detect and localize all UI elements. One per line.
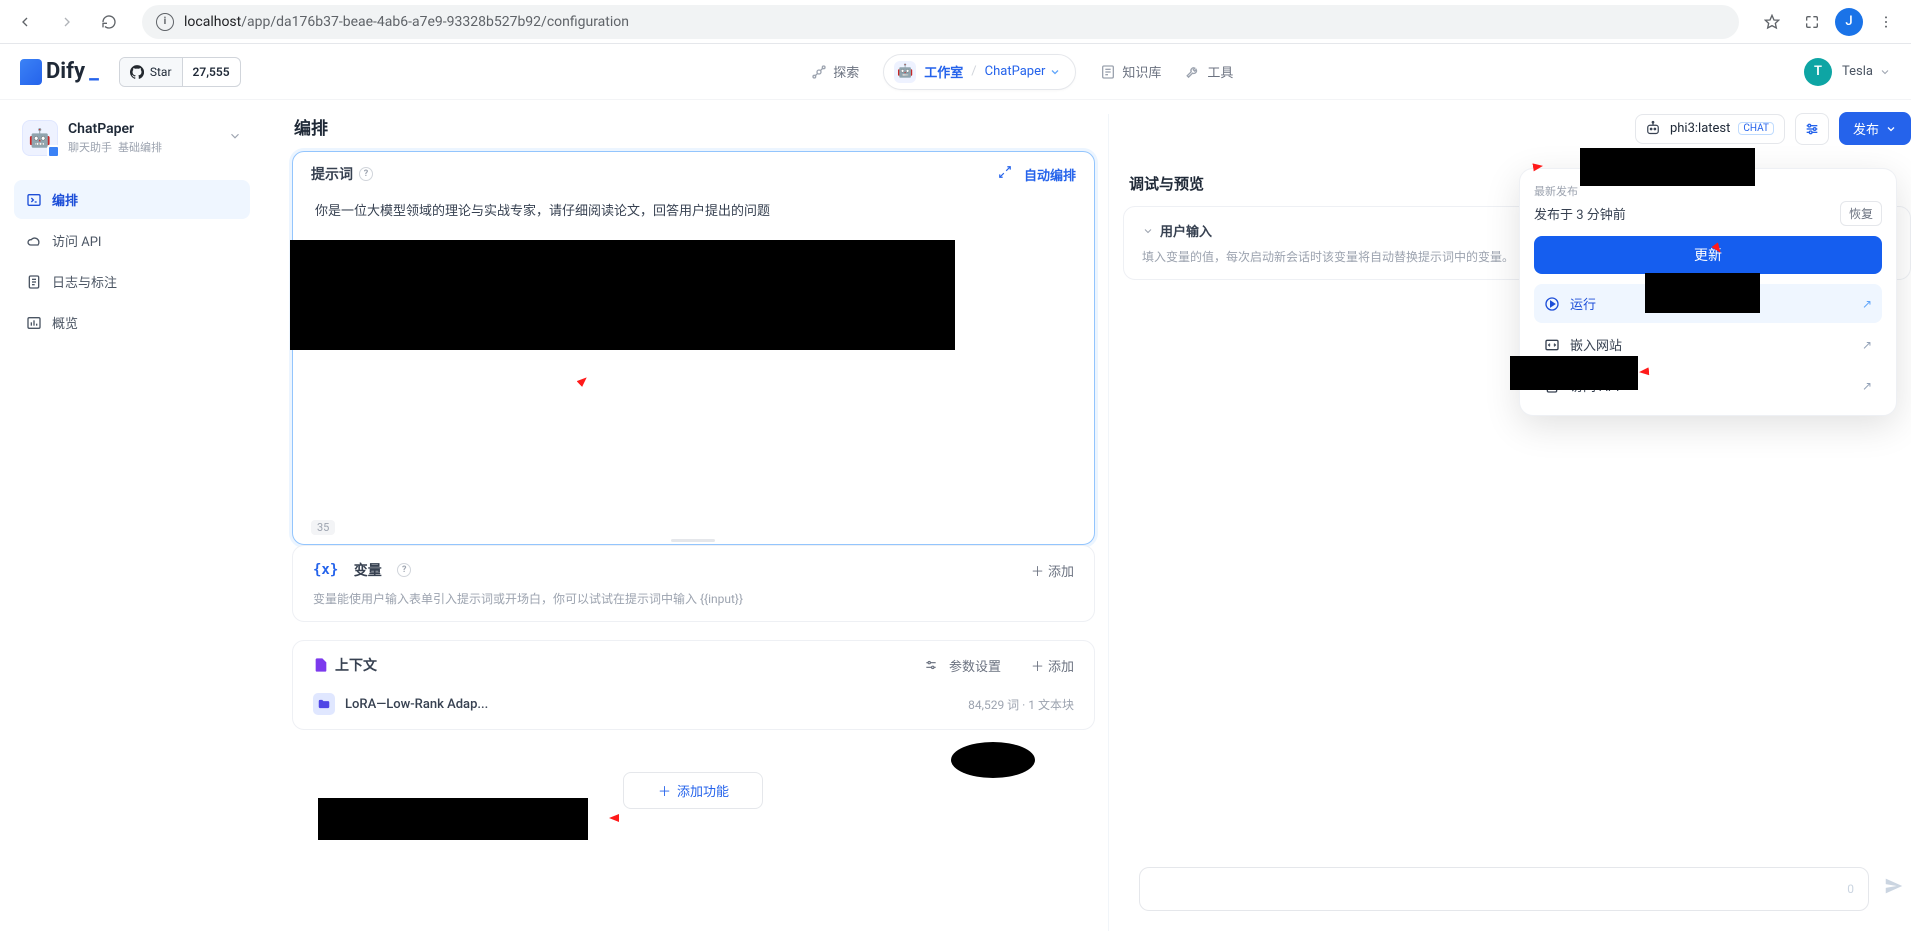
browser-profile-avatar[interactable]: J	[1835, 8, 1863, 36]
nav-explore-label: 探索	[833, 62, 859, 81]
sidebar-item-api[interactable]: 访问 API	[14, 221, 250, 260]
bookmark-star-icon[interactable]	[1755, 5, 1789, 39]
document-icon	[313, 657, 329, 673]
context-params-button[interactable]: 参数设置	[924, 656, 1001, 675]
nav-tools[interactable]: 工具	[1185, 62, 1233, 81]
prompt-card: 提示词? 自动编排 你是一位大模型领域的理论与实战专家，请仔细阅读论文，回答用户…	[292, 151, 1095, 545]
document-icon	[26, 274, 42, 290]
nav-tools-label: 工具	[1207, 62, 1233, 81]
variables-hint: 变量能使用户输入表单引入提示词或开场白，你可以试试在提示词中输入 {{input…	[313, 590, 1074, 607]
popover-run-item[interactable]: 运行 ↗	[1534, 284, 1882, 323]
user-avatar[interactable]: T	[1804, 58, 1832, 86]
code-icon	[1544, 337, 1560, 353]
workspace-switcher[interactable]: 🤖 工作室 / ChatPaper	[883, 54, 1076, 90]
context-card: 上下文 参数设置 ＋ 添加 LoRA—Low-Rank Adap... 84,5…	[292, 640, 1095, 730]
kebab-menu-icon[interactable]	[1869, 5, 1903, 39]
external-link-icon: ↗	[1862, 338, 1872, 352]
context-title: 上下文	[335, 655, 377, 675]
prompt-textarea[interactable]: 你是一位大模型领域的理论与实战专家，请仔细阅读论文，回答用户提出的问题 35	[293, 190, 1094, 545]
popover-latest-label: 最新发布	[1534, 183, 1882, 199]
chevron-down-icon	[1879, 66, 1891, 78]
add-feature-button[interactable]: ＋ 添加功能	[623, 772, 763, 809]
site-info-icon[interactable]: i	[156, 13, 174, 31]
model-badge: CHAT	[1738, 122, 1774, 135]
expand-icon[interactable]	[998, 165, 1012, 183]
popover-embed-item[interactable]: 嵌入网站 ↗	[1534, 325, 1882, 364]
add-variable-button[interactable]: ＋ 添加	[1031, 561, 1074, 580]
character-count: 35	[311, 520, 335, 535]
user-menu[interactable]: Tesla	[1842, 64, 1891, 79]
update-button[interactable]: 更新	[1534, 236, 1882, 274]
nav-forward-button[interactable]	[50, 5, 84, 39]
prompt-title: 提示词	[311, 164, 353, 184]
address-bar[interactable]: i localhost/app/da176b37-beae-4ab6-a7e9-…	[142, 5, 1739, 39]
document-icon	[1544, 378, 1560, 394]
sidebar: 🤖 ChatPaper 聊天助手基础编排 编排 访问 API 日志与标注 概览	[0, 100, 264, 931]
context-doc-name: LoRA—Low-Rank Adap...	[345, 697, 488, 712]
published-time: 发布于 3 分钟前	[1534, 204, 1626, 223]
folder-icon	[313, 693, 335, 715]
sidebar-item-overview[interactable]: 概览	[14, 303, 250, 342]
external-link-icon: ↗	[1862, 297, 1872, 311]
browser-toolbar: i localhost/app/da176b37-beae-4ab6-a7e9-…	[0, 0, 1911, 44]
logo[interactable]: Dify_	[20, 59, 99, 85]
workspace-label: 工作室	[924, 62, 963, 81]
send-button[interactable]	[1883, 875, 1905, 903]
preview-panel: phi3:latest CHAT 发布 调试与预览 用户输入 填入变量的值，每次…	[1123, 114, 1911, 931]
extensions-icon[interactable]	[1795, 5, 1829, 39]
app-icon: 🤖	[22, 120, 58, 156]
sidebar-item-logs[interactable]: 日志与标注	[14, 262, 250, 301]
app-name: ChatPaper	[68, 121, 162, 137]
model-selector[interactable]: phi3:latest CHAT	[1635, 114, 1785, 144]
prompt-text: 你是一位大模型领域的理论与实战专家，请仔细阅读论文，回答用户提出的问题	[311, 196, 1076, 229]
logo-text: Dify	[46, 59, 85, 84]
workspace-app-name: ChatPaper	[985, 64, 1046, 79]
model-settings-button[interactable]	[1795, 113, 1829, 145]
orchestration-panel: 编排 提示词? 自动编排 你是一位大模型领域的理论与实战专家，请仔细阅读论文，回…	[292, 114, 1095, 931]
input-char-counter: 0	[1847, 882, 1854, 896]
popover-api-item[interactable]: 访问 API ↗	[1534, 366, 1882, 405]
nav-knowledge[interactable]: 知识库	[1100, 62, 1161, 81]
auto-arrange-button[interactable]: 自动编排	[1024, 165, 1076, 184]
variables-card: {x} 变量 ? ＋ 添加 变量能使用户输入表单引入提示词或开场白，你可以试试在…	[292, 545, 1095, 622]
chevron-down-icon	[228, 129, 242, 147]
play-circle-icon	[1544, 296, 1560, 312]
external-link-icon: ↗	[1862, 379, 1872, 393]
cloud-icon	[26, 233, 42, 249]
context-document-item[interactable]: LoRA—Low-Rank Adap... 84,529 词 · 1 文本块	[313, 693, 1074, 715]
info-icon[interactable]: ?	[359, 167, 373, 181]
page-title: 编排	[292, 114, 1095, 139]
nav-reload-button[interactable]	[92, 5, 126, 39]
info-icon[interactable]: ?	[397, 563, 411, 577]
variables-title: 变量	[354, 560, 382, 580]
logo-mark-icon	[20, 59, 42, 85]
app-top-nav: Dify_ Star 27,555 探索 🤖 工作室 / ChatPaper 知…	[0, 44, 1911, 100]
terminal-icon	[26, 192, 42, 208]
model-name: phi3:latest	[1670, 121, 1730, 136]
nav-back-button[interactable]	[8, 5, 42, 39]
sidebar-item-orchestrate[interactable]: 编排	[14, 180, 250, 219]
sliders-icon	[1804, 121, 1820, 137]
publish-popover: 最新发布 发布于 3 分钟前 恢复 更新 运行 ↗ 嵌入网站 ↗	[1519, 168, 1897, 416]
robot-icon: 🤖	[894, 61, 916, 83]
sliders-icon	[924, 658, 938, 672]
github-star-button[interactable]: Star 27,555	[119, 57, 241, 87]
nav-explore[interactable]: 探索	[811, 62, 859, 81]
add-context-button[interactable]: ＋ 添加	[1031, 656, 1074, 675]
nav-knowledge-label: 知识库	[1122, 62, 1161, 81]
star-label: Star	[150, 65, 172, 79]
context-doc-meta: 84,529 词 · 1 文本块	[968, 696, 1074, 713]
chat-input[interactable]: 0	[1139, 867, 1869, 911]
chevron-down-icon	[1142, 225, 1154, 237]
app-switcher[interactable]: 🤖 ChatPaper 聊天助手基础编排	[14, 114, 250, 162]
restore-button[interactable]: 恢复	[1840, 201, 1882, 226]
chart-icon	[26, 315, 42, 331]
chevron-down-icon	[1885, 123, 1897, 135]
publish-button[interactable]: 发布	[1839, 112, 1911, 145]
url-text: localhost/app/da176b37-beae-4ab6-a7e9-93…	[184, 14, 629, 30]
star-count: 27,555	[183, 65, 240, 79]
brain-icon	[1644, 120, 1662, 138]
chevron-down-icon	[1049, 66, 1061, 78]
